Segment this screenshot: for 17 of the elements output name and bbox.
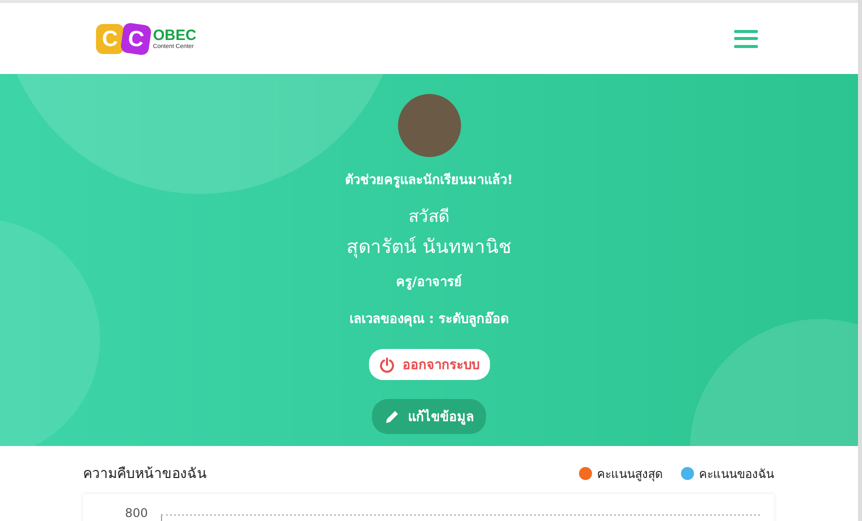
menu-icon[interactable]: [734, 30, 758, 48]
user-role: ครู/อาจารย์: [396, 273, 462, 292]
user-name: สุดารัตน์ นันทพานิช: [346, 235, 512, 260]
power-icon: [378, 356, 394, 372]
logout-button[interactable]: ออกจากระบบ: [368, 349, 490, 380]
legend-label: คะแนนสูงสุด: [597, 466, 663, 482]
user-level: เลเวลของคุณ : ระดับลูกอ๊อด: [349, 310, 509, 329]
pencil-icon: [384, 408, 400, 424]
greeting-text: สวัสดี: [408, 206, 450, 229]
logo-letter-tile: C: [120, 22, 152, 56]
tagline-text: ตัวช่วยครูและนักเรียนมาแล้ว!: [345, 172, 513, 190]
logo-letter-tile: C: [96, 24, 124, 54]
logo-name: OBEC: [153, 28, 196, 44]
axis-tick-label: 800: [125, 506, 148, 520]
legend-label: คะแนนของฉัน: [699, 466, 774, 482]
edit-profile-button[interactable]: แก้ไขข้อมูล: [372, 399, 486, 434]
section-title: ความคืบหน้าของฉัน: [83, 465, 207, 484]
